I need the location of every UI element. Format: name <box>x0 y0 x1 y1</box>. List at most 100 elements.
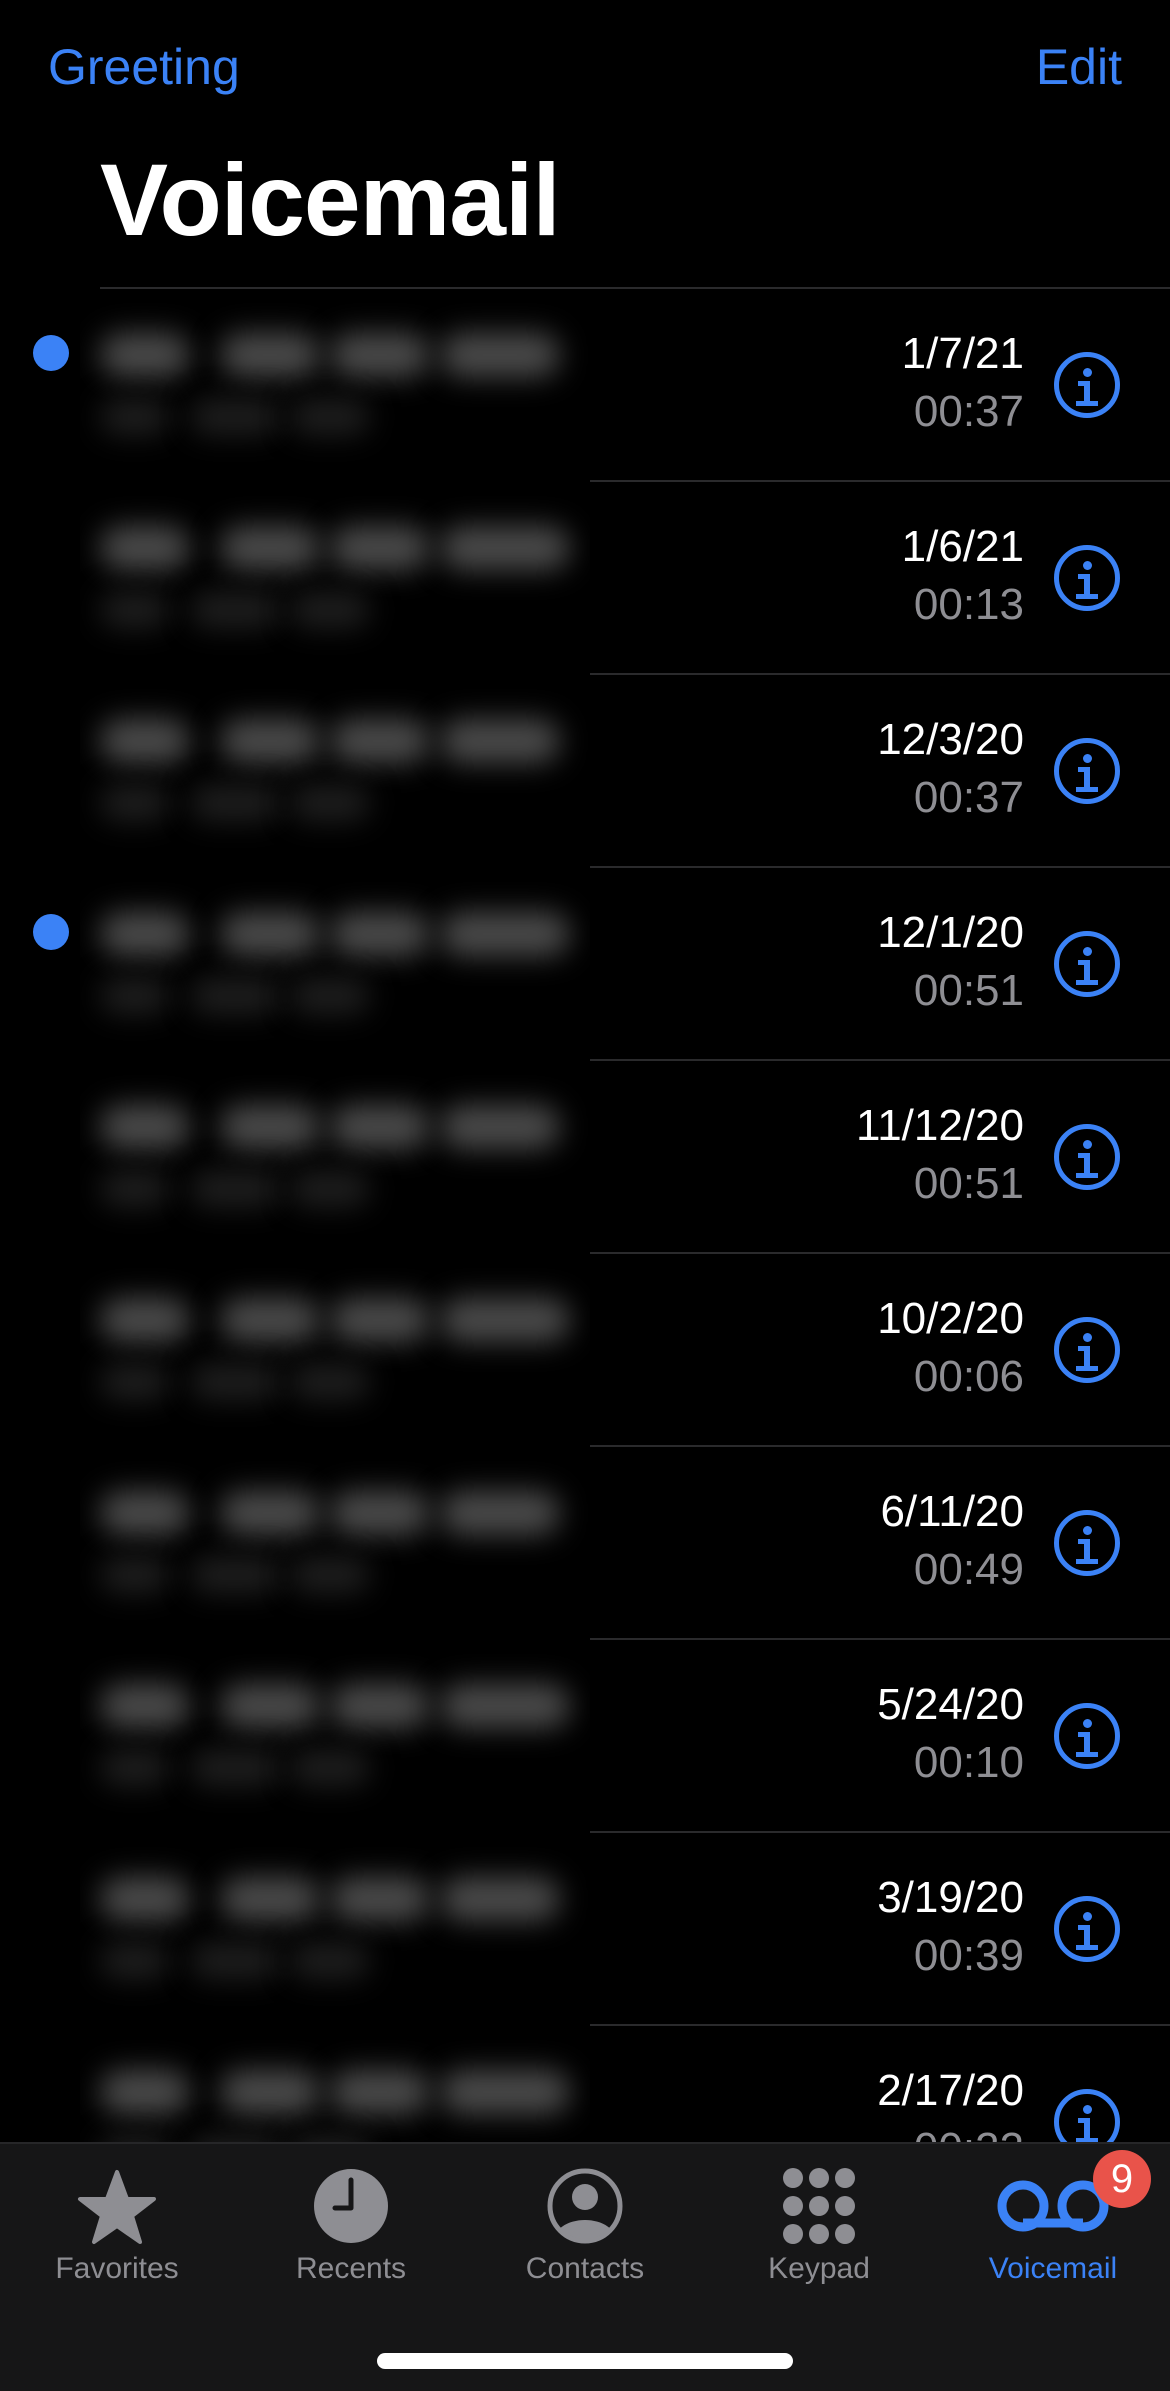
voicemail-row[interactable]: 10/2/20 00:06 <box>0 1254 1170 1447</box>
caller-name-blur <box>440 1298 570 1342</box>
info-glyph-part <box>1078 574 1090 579</box>
caller-name-blur <box>220 333 320 377</box>
caller-name-blur <box>100 719 190 763</box>
caller-location-blur <box>190 592 280 628</box>
info-glyph-part <box>1078 1153 1090 1158</box>
info-icon[interactable] <box>1054 1510 1120 1576</box>
info-icon[interactable] <box>1054 931 1120 997</box>
info-glyph-part <box>1082 754 1092 763</box>
voicemail-duration: 00:49 <box>913 1545 1024 1594</box>
caller-name-blur <box>330 1877 430 1921</box>
tab-contacts[interactable]: Contacts <box>468 2144 702 2294</box>
voicemail-badge: 9 <box>1093 2150 1151 2208</box>
caller-location-blur <box>190 1364 280 1400</box>
voicemail-duration: 00:06 <box>913 1352 1024 1401</box>
caller-location-blur <box>190 1750 280 1786</box>
info-glyph-part <box>1082 561 1092 570</box>
voicemail-list[interactable]: 1/7/21 00:37 1/6/21 00:13 12/3/20 00:37 12/1/2… <box>0 289 1170 2219</box>
caller-name-blur <box>100 1298 190 1342</box>
info-glyph-part <box>1078 1539 1090 1544</box>
info-icon[interactable] <box>1054 1896 1120 1962</box>
caller-name-blur <box>220 1491 320 1535</box>
info-glyph-part <box>1078 767 1090 772</box>
caller-location-blur <box>100 1557 170 1593</box>
caller-location-blur <box>290 785 370 821</box>
caller-name-blur <box>220 1105 320 1149</box>
caller-name-blur <box>440 1105 560 1149</box>
info-icon[interactable] <box>1054 1317 1120 1383</box>
info-glyph-part <box>1082 1912 1092 1921</box>
caller-location-blur <box>190 1171 280 1207</box>
info-glyph-part <box>1076 1173 1098 1178</box>
info-icon[interactable] <box>1054 1124 1120 1190</box>
voicemail-row[interactable]: 11/12/20 00:51 <box>0 1061 1170 1254</box>
caller-location-blur <box>100 1171 170 1207</box>
caller-name-blur <box>440 333 560 377</box>
caller-location-blur <box>100 1750 170 1786</box>
info-glyph-part <box>1082 947 1092 956</box>
caller-name-blur <box>440 719 560 763</box>
tab-recents[interactable]: Recents <box>234 2144 468 2294</box>
caller-name-blur <box>100 1105 190 1149</box>
caller-name-blur <box>100 526 190 570</box>
greeting-button[interactable]: Greeting <box>48 38 240 96</box>
voicemail-row[interactable]: 12/3/20 00:37 <box>0 675 1170 868</box>
info-glyph-part <box>1078 1732 1090 1737</box>
info-glyph-part <box>1082 2105 1092 2114</box>
info-icon[interactable] <box>1054 352 1120 418</box>
caller-name-blur <box>220 1684 320 1728</box>
voicemail-row[interactable]: 5/24/20 00:10 <box>0 1640 1170 1833</box>
caller-info-redacted <box>80 685 590 865</box>
voicemail-date: 6/11/20 <box>880 1487 1024 1536</box>
info-glyph-part <box>1076 980 1098 985</box>
caller-name-blur <box>100 1491 190 1535</box>
caller-location-blur <box>190 399 280 435</box>
voicemail-duration: 00:39 <box>913 1931 1024 1980</box>
voicemail-date: 10/2/20 <box>877 1294 1024 1343</box>
info-icon[interactable] <box>1054 1703 1120 1769</box>
caller-name-blur <box>440 1877 560 1921</box>
caller-name-blur <box>100 1877 190 1921</box>
voicemail-duration: 00:51 <box>913 1159 1024 1208</box>
voicemail-row[interactable]: 1/7/21 00:37 <box>0 289 1170 482</box>
voicemail-duration: 00:10 <box>913 1738 1024 1787</box>
info-glyph-part <box>1078 960 1090 965</box>
caller-name-blur <box>100 2070 190 2114</box>
tab-favorites[interactable]: Favorites <box>0 2144 234 2294</box>
voicemail-duration: 00:13 <box>913 580 1024 629</box>
tab-keypad[interactable]: Keypad <box>702 2144 936 2294</box>
voicemail-row[interactable]: 12/1/20 00:51 <box>0 868 1170 1061</box>
edit-button[interactable]: Edit <box>1036 38 1122 96</box>
caller-location-blur <box>100 978 170 1014</box>
caller-name-blur <box>220 912 320 956</box>
voicemail-row[interactable]: 6/11/20 00:49 <box>0 1447 1170 1640</box>
caller-info-redacted <box>80 1264 590 1444</box>
voicemail-row[interactable]: 1/6/21 00:13 <box>0 482 1170 675</box>
info-icon[interactable] <box>1054 545 1120 611</box>
caller-name-blur <box>330 719 430 763</box>
caller-name-blur <box>330 1298 430 1342</box>
caller-name-blur <box>330 1491 430 1535</box>
clock-icon <box>314 2169 388 2243</box>
info-glyph-part <box>1076 594 1098 599</box>
tab-label: Recents <box>295 2252 407 2285</box>
caller-location-blur <box>190 785 280 821</box>
caller-location-blur <box>190 1557 280 1593</box>
caller-location-blur <box>100 592 170 628</box>
caller-name-blur <box>220 1877 320 1921</box>
info-glyph-part <box>1078 1346 1090 1351</box>
info-glyph-part <box>1078 2118 1090 2123</box>
voicemail-date: 12/1/20 <box>877 908 1024 957</box>
info-icon[interactable] <box>1054 738 1120 804</box>
info-glyph-part <box>1076 401 1098 406</box>
caller-name-blur <box>220 526 320 570</box>
voicemail-row[interactable]: 3/19/20 00:39 <box>0 1833 1170 2026</box>
info-glyph-part <box>1082 368 1092 377</box>
caller-name-blur <box>440 1491 560 1535</box>
caller-name-blur <box>330 526 430 570</box>
home-indicator[interactable] <box>377 2353 793 2369</box>
voicemail-date: 1/6/21 <box>901 522 1024 571</box>
voicemail-date: 12/3/20 <box>877 715 1024 764</box>
voicemail-duration: 00:37 <box>913 387 1024 436</box>
star-icon <box>78 2170 156 2244</box>
